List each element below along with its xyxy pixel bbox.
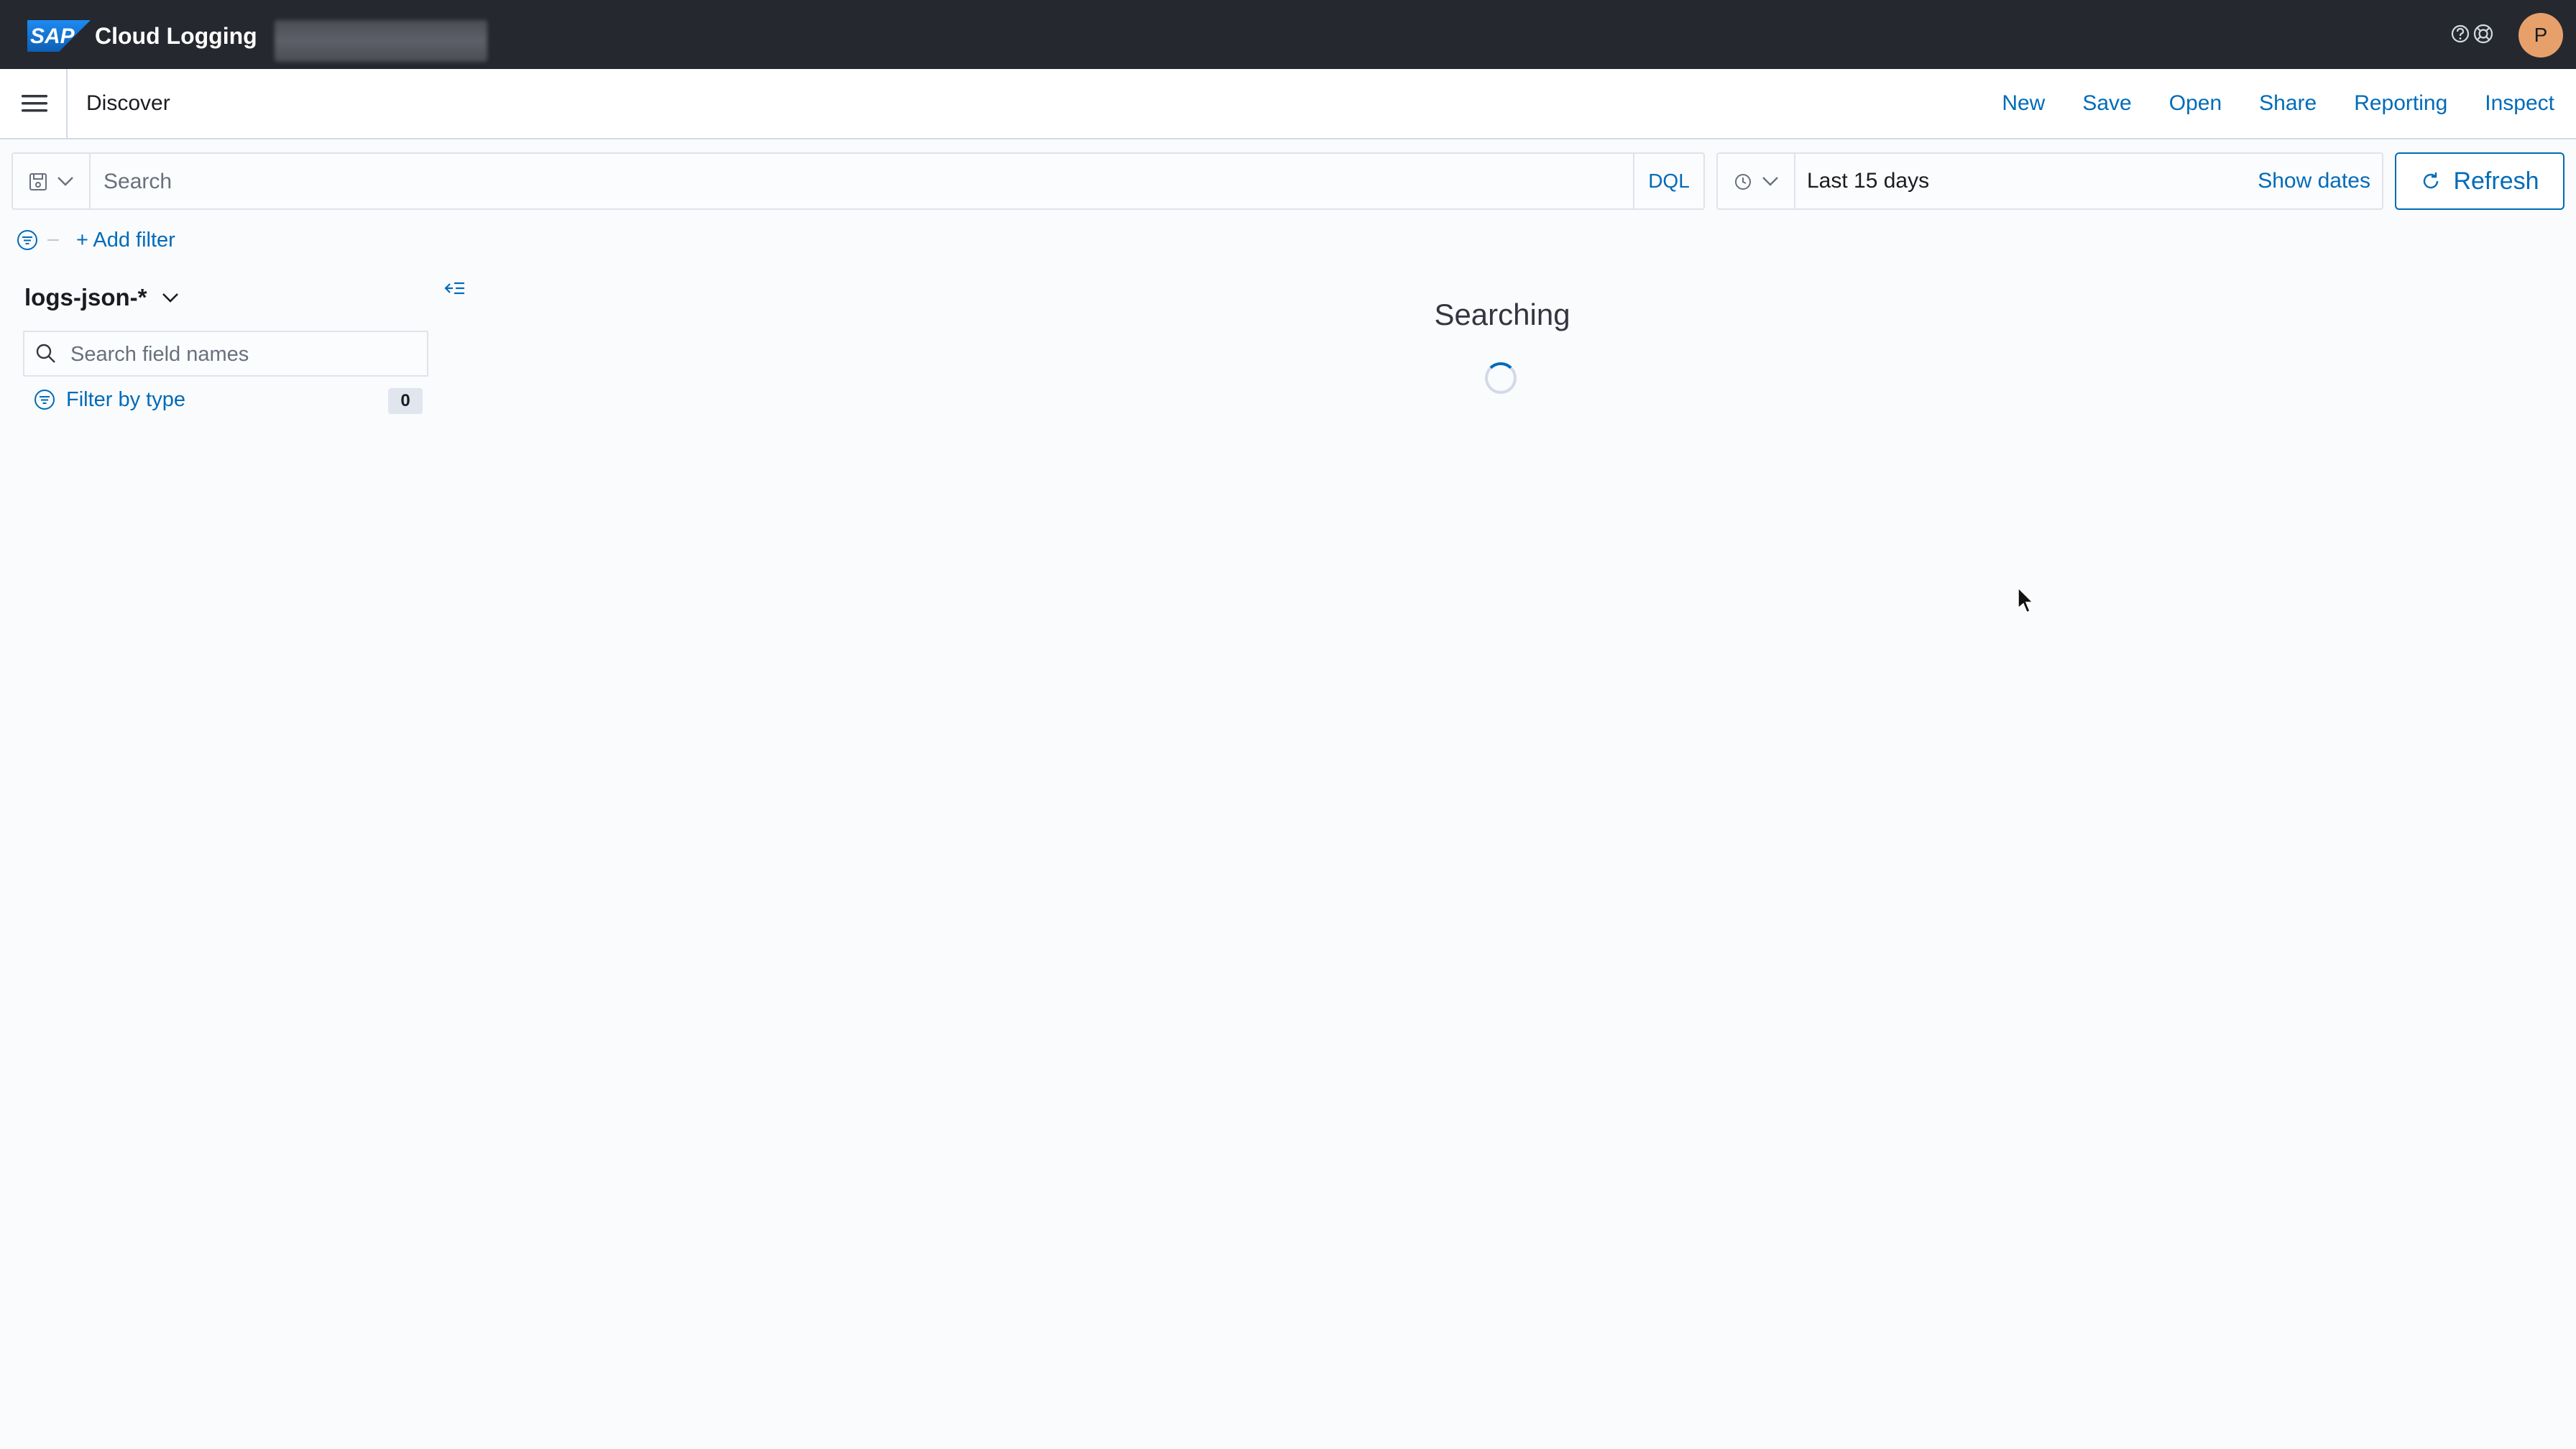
support-icon[interactable]: [2471, 22, 2496, 46]
product-name: Cloud Logging: [95, 23, 257, 49]
add-filter-button[interactable]: + Add filter: [76, 227, 175, 253]
filter-count-badge: 0: [388, 388, 423, 414]
app-header: Discover New Save Open Share Reporting I…: [0, 69, 2576, 139]
date-range-label[interactable]: Last 15 days: [1807, 168, 1929, 194]
filter-by-type-button[interactable]: Filter by type: [33, 387, 185, 413]
share-link[interactable]: Share: [2259, 91, 2317, 116]
search-input[interactable]: [102, 164, 1557, 200]
query-bar: DQL: [12, 152, 1705, 210]
menu-icon[interactable]: [19, 91, 50, 116]
clock-icon: [1735, 174, 1751, 190]
field-search-box: [23, 331, 428, 377]
refresh-icon: [2424, 172, 2439, 189]
mouse-cursor-icon: [2018, 586, 2034, 614]
filter-by-type-label: Filter by type: [66, 388, 185, 411]
header-divider: [66, 69, 68, 138]
help-icon[interactable]: [2450, 23, 2471, 45]
save-link[interactable]: Save: [2082, 91, 2131, 116]
filter-menu-icon[interactable]: [16, 229, 39, 252]
index-pattern-selector[interactable]: logs-json-*: [24, 283, 180, 312]
sap-logo[interactable]: SAP: [27, 20, 91, 52]
chevron-down-icon: [58, 177, 73, 186]
chevron-down-icon: [162, 293, 178, 303]
new-link[interactable]: New: [2002, 91, 2045, 116]
refresh-button[interactable]: Refresh: [2395, 152, 2564, 210]
query-language-button[interactable]: DQL: [1633, 154, 1703, 208]
collapse-sidebar-icon[interactable]: [443, 277, 467, 299]
filter-icon: [34, 390, 55, 410]
quick-date-menu-button[interactable]: [1718, 154, 1795, 208]
chevron-down-icon: [1762, 177, 1778, 186]
index-pattern-label: logs-json-*: [24, 284, 147, 310]
page-title: Discover: [86, 91, 170, 115]
loading-spinner-icon: [1485, 362, 1517, 394]
reporting-link[interactable]: Reporting: [2354, 91, 2447, 116]
filter-separator: [47, 239, 59, 241]
open-link[interactable]: Open: [2169, 91, 2222, 116]
date-picker: Last 15 days Show dates: [1716, 152, 2383, 210]
top-nav-menu: New Save Open Share Reporting Inspect: [2002, 91, 2554, 116]
field-search-input[interactable]: [69, 339, 417, 369]
inspect-link[interactable]: Inspect: [2485, 91, 2554, 116]
loading-status-title: Searching: [1434, 298, 1570, 331]
refresh-label: Refresh: [2453, 167, 2539, 195]
user-avatar[interactable]: P: [2518, 13, 2563, 58]
search-icon: [36, 344, 55, 363]
sap-logo-text: SAP: [30, 24, 75, 48]
save-icon: [29, 173, 47, 190]
saved-query-button[interactable]: [13, 154, 91, 208]
global-header: SAP Cloud Logging P: [0, 0, 2576, 69]
show-dates-button[interactable]: Show dates: [2258, 168, 2370, 194]
tenant-selector-blurred[interactable]: [275, 20, 487, 62]
